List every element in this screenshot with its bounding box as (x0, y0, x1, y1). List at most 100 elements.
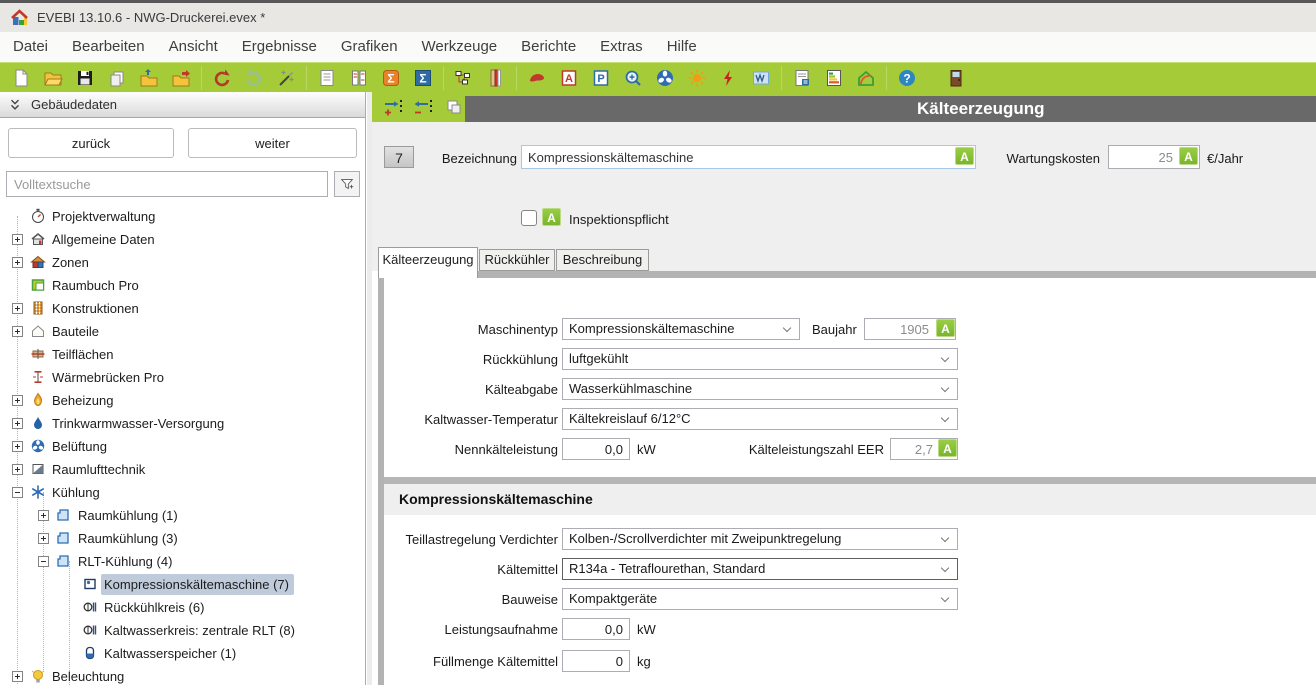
menu-item-grafiken[interactable]: Grafiken (329, 32, 410, 62)
tree-expander[interactable] (38, 510, 49, 521)
tree-item-projektverwaltung[interactable]: Projektverwaltung (49, 206, 160, 227)
duplicate-record-button[interactable] (442, 94, 464, 120)
assign-add-button[interactable] (382, 94, 404, 120)
leistungsaufnahme-input[interactable] (562, 618, 630, 640)
tree-item-raumkuehlung-1[interactable]: Raumkühlung (1) (75, 505, 183, 526)
tree-item-belueftung[interactable]: Belüftung (49, 436, 112, 457)
back-button[interactable]: zurück (8, 128, 174, 158)
tree-expander[interactable] (12, 418, 23, 429)
tree-item-beheizung[interactable]: Beheizung (49, 390, 118, 411)
new-file-button[interactable] (10, 65, 32, 91)
tree-item-raumkuehlung-3[interactable]: Raumkühlung (3) (75, 528, 183, 549)
menu-item-hilfe[interactable]: Hilfe (655, 32, 709, 62)
vbs-button[interactable] (750, 65, 772, 91)
tree-item-teilflaechen[interactable]: Teilflächen (49, 344, 118, 365)
fan-button[interactable] (654, 65, 676, 91)
tree-item-kompressionskaeltemaschine[interactable]: Kompressionskältemaschine (7) (101, 574, 294, 595)
compare-documents-button[interactable] (348, 65, 370, 91)
undo-button[interactable] (211, 65, 233, 91)
enev-house-button[interactable] (855, 65, 877, 91)
help-button[interactable]: ? (896, 65, 918, 91)
maschinentyp-select[interactable]: Kompressionskältemaschine (562, 318, 800, 340)
tree-item-bauteile[interactable]: Bauteile (49, 321, 104, 342)
tree-expander[interactable] (12, 671, 23, 682)
tree-item-zonen[interactable]: Zonen (49, 252, 94, 273)
tab-beschreibung[interactable]: Beschreibung (556, 249, 649, 271)
import-folder-button[interactable] (138, 65, 160, 91)
redo-button[interactable] (243, 65, 265, 91)
tree-item-trinkwarmwasser[interactable]: Trinkwarmwasser-Versorgung (49, 413, 229, 434)
tree-item-rlt-kuehlung[interactable]: RLT-Kühlung (4) (75, 551, 177, 572)
project-tree-button[interactable] (453, 65, 475, 91)
copy-button[interactable] (106, 65, 128, 91)
tree-expander[interactable] (12, 257, 23, 268)
sun-button[interactable] (686, 65, 708, 91)
bauweise-select[interactable]: Kompaktgeräte (562, 588, 958, 610)
tree-expander[interactable] (12, 234, 23, 245)
zoom-in-button[interactable] (622, 65, 644, 91)
save-button[interactable] (74, 65, 96, 91)
energy-label-button[interactable] (823, 65, 845, 91)
export-folder-button[interactable] (170, 65, 192, 91)
menu-item-werkzeuge[interactable]: Werkzeuge (410, 32, 510, 62)
filter-button[interactable] (334, 171, 360, 197)
nennkaelteleistung-input[interactable] (562, 438, 630, 460)
tree-item-beleuchtung[interactable]: Beleuchtung (49, 666, 129, 685)
menu-item-ansicht[interactable]: Ansicht (157, 32, 230, 62)
sum-blue-button[interactable]: Σ (412, 65, 434, 91)
collapse-chevron-icon[interactable] (8, 97, 22, 112)
a-badge-button[interactable]: A (955, 147, 974, 165)
tree-item-waermebruecken-pro[interactable]: Wärmebrücken Pro (49, 367, 169, 388)
tree-expander[interactable] (12, 487, 23, 498)
kaelteabgabe-select[interactable]: Wasserkühlmaschine (562, 378, 958, 400)
rueckkuehlung-select[interactable]: luftgekühlt (562, 348, 958, 370)
tree-expander[interactable] (38, 556, 49, 567)
tree-item-rueckkuehlkreis[interactable]: Rückkühlkreis (6) (101, 597, 209, 618)
a-badge-button[interactable]: A (1179, 147, 1198, 165)
menu-item-extras[interactable]: Extras (588, 32, 655, 62)
menu-item-ergebnisse[interactable]: Ergebnisse (230, 32, 329, 62)
tab-rueckkuehler[interactable]: Rückkühler (479, 249, 555, 271)
kaltwasser-temperatur-select[interactable]: Kältekreislauf 6/12°C (562, 408, 958, 430)
wall-layers-button[interactable] (485, 65, 507, 91)
roof-button[interactable] (526, 65, 548, 91)
report-document-button[interactable] (791, 65, 813, 91)
a-badge-button[interactable]: A (542, 208, 561, 226)
teillastregelung-select[interactable]: Kolben-/Scrollverdichter mit Zweipunktre… (562, 528, 958, 550)
bauweise-label: Bauweise (383, 592, 558, 607)
sum-orange-button[interactable]: Σ (380, 65, 402, 91)
tree-item-kaltwasserspeicher[interactable]: Kaltwasserspeicher (1) (101, 643, 241, 664)
tree-item-raumlufttechnik[interactable]: Raumlufttechnik (49, 459, 150, 480)
tree-item-allgemeine-daten[interactable]: Allgemeine Daten (49, 229, 160, 250)
a-document-button[interactable]: A (558, 65, 580, 91)
menu-item-bearbeiten[interactable]: Bearbeiten (60, 32, 157, 62)
document-button[interactable] (316, 65, 338, 91)
assign-remove-button[interactable] (412, 94, 434, 120)
tab-kaelteerzeugung[interactable]: Kälteerzeugung (378, 247, 478, 278)
exit-door-button[interactable] (945, 65, 967, 91)
tree-expander[interactable] (12, 303, 23, 314)
a-badge-button[interactable]: A (936, 319, 955, 337)
tree-item-konstruktionen[interactable]: Konstruktionen (49, 298, 144, 319)
kaeltemittel-select[interactable]: R134a - Tetraflourethan, Standard (562, 558, 958, 580)
tree-item-raumbuch-pro[interactable]: Raumbuch Pro (49, 275, 144, 296)
magic-wand-button[interactable] (275, 65, 297, 91)
bezeichnung-input[interactable] (521, 145, 976, 169)
tree-expander[interactable] (38, 533, 49, 544)
tree-expander[interactable] (12, 464, 23, 475)
next-button[interactable]: weiter (188, 128, 357, 158)
tree-item-kaltwasserkreis[interactable]: Kaltwasserkreis: zentrale RLT (8) (101, 620, 300, 641)
tree-expander[interactable] (12, 326, 23, 337)
tree-expander[interactable] (12, 441, 23, 452)
fuellmenge-input[interactable] (562, 650, 630, 672)
inspektionspflicht-checkbox[interactable] (521, 210, 537, 226)
p-document-button[interactable]: P (590, 65, 612, 91)
menu-item-berichte[interactable]: Berichte (509, 32, 588, 62)
tree-item-kuehlung[interactable]: Kühlung (49, 482, 105, 503)
electricity-button[interactable] (718, 65, 740, 91)
tree-expander[interactable] (12, 395, 23, 406)
menu-item-datei[interactable]: Datei (1, 32, 60, 62)
fulltext-search-input[interactable] (6, 171, 328, 197)
a-badge-button[interactable]: A (938, 439, 957, 457)
open-folder-button[interactable] (42, 65, 64, 91)
